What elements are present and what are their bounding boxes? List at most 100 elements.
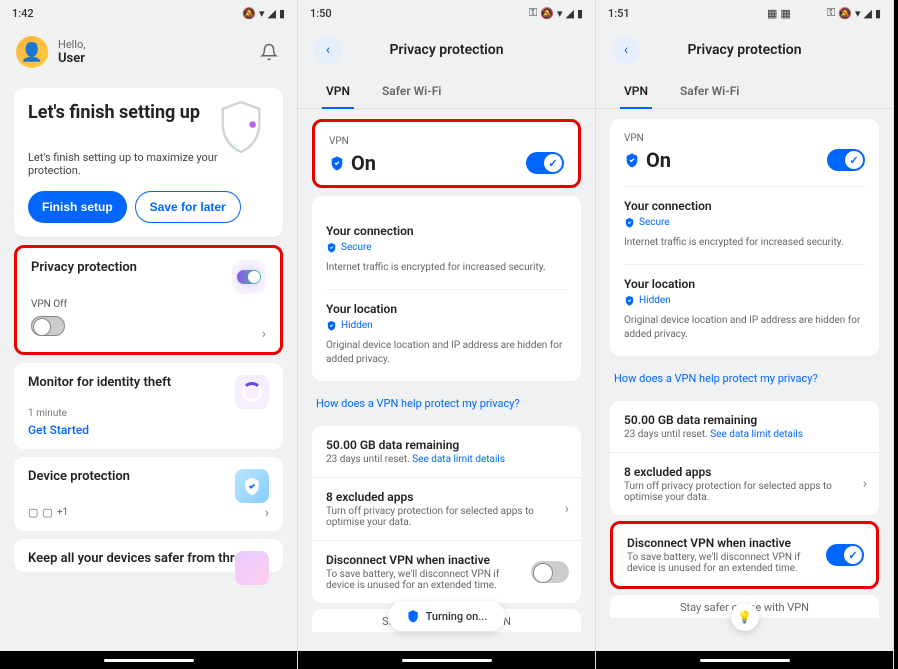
hello-text: Hello, [58,38,85,51]
shield-check-icon [624,295,635,306]
page-header: ‹ Privacy protection [298,24,595,76]
tab-vpn[interactable]: VPN [620,76,652,108]
bell-icon[interactable] [257,40,281,64]
location-desc: Original device location and IP address … [624,314,865,342]
wifi-icon: ▾ [259,7,265,20]
data-remaining-row[interactable]: 50.00 GB data remaining 23 days until re… [610,401,879,452]
chevron-right-icon: › [265,505,269,521]
device-icon [235,469,269,503]
lightbulb-icon[interactable]: 💡 [731,603,759,631]
status-bar: 1:51 ▦ ▦ ⚿ 🔕 ▾ ◢ ▮ [596,0,893,24]
home-header: 👤 Hello, User [0,24,297,80]
apps-sub: Turn off privacy protection for selected… [326,506,567,528]
vpn-key-icon: ⚿ [529,6,537,20]
status-time: 1:42 [12,7,34,20]
back-button[interactable]: ‹ [612,36,640,64]
location-title: Your location [326,302,567,316]
device-protection-card[interactable]: Device protection ▢ ▢ +1 › [14,457,283,531]
keep-safe-card[interactable]: Keep all your devices safer from threat [14,539,283,572]
get-started-link[interactable]: Get Started [28,423,269,437]
vpn-label: VPN [624,133,865,144]
tab-wifi[interactable]: Safer Wi-Fi [378,76,445,108]
save-later-button[interactable]: Save for later [135,191,241,223]
data-link[interactable]: See data limit details [412,454,505,465]
vpn-status: On [329,151,376,175]
mute-icon: 🔕 [242,7,256,20]
status-icons: ⚿ 🔕 ▾ ◢ ▮ [529,6,583,20]
chevron-right-icon: › [863,476,867,492]
vpn-status-card: VPN On Your connection Secure Internet t… [610,119,879,356]
tab-wifi[interactable]: Safer Wi-Fi [676,76,743,108]
signal-icon: ◢ [267,7,275,20]
excluded-apps-row[interactable]: 8 excluded apps Turn off privacy protect… [312,477,581,540]
location-title: Your location [624,277,865,291]
disconnect-toggle[interactable] [531,561,569,583]
vpn-key-icon: ⚿ [827,6,835,20]
privacy-protection-card[interactable]: Privacy protection VPN Off › [14,245,283,355]
vpn-status: On [624,148,671,172]
data-link[interactable]: See data limit details [710,429,803,440]
help-link[interactable]: How does a VPN help protect my privacy? [596,362,893,395]
greeting: Hello, User [58,38,85,66]
chevron-right-icon: › [565,501,569,517]
secure-badge: Secure [326,242,372,253]
signal-icon: ◢ [565,7,573,20]
data-remaining-row[interactable]: 50.00 GB data remaining 23 days until re… [312,426,581,477]
shield-check-icon [326,242,337,253]
status-icons: ▦ ▦ ⚿ 🔕 ▾ ◢ ▮ [767,6,881,20]
page-title: Privacy protection [298,42,595,58]
shield-check-icon [329,155,345,171]
status-time: 1:50 [310,7,332,20]
excluded-apps-row[interactable]: 8 excluded apps Turn off privacy protect… [610,452,879,515]
tab-vpn[interactable]: VPN [322,76,354,108]
chevron-right-icon: › [262,326,266,342]
plus-count: +1 [57,507,68,518]
device-icons: ▢ ▢ +1 [28,506,269,519]
disconnect-toggle[interactable] [826,544,864,566]
identity-title: Monitor for identity theft [28,375,269,390]
location-desc: Original device location and IP address … [326,339,567,367]
shield-icon [406,609,420,623]
connection-desc: Internet traffic is encrypted for increa… [624,236,865,250]
identity-icon [235,375,269,409]
disconnect-row: Disconnect VPN when inactive To save bat… [312,540,581,603]
vpn-toggle[interactable] [827,149,865,171]
hidden-badge: Hidden [624,295,671,306]
settings-card: 50.00 GB data remaining 23 days until re… [610,401,879,515]
help-link[interactable]: How does a VPN help protect my privacy? [298,387,595,420]
shield-check-icon [624,152,640,168]
data-sub: 23 days until reset. See data limit deta… [624,429,865,440]
privacy-title: Privacy protection [31,260,266,275]
back-button[interactable]: ‹ [314,36,342,64]
apps-title: 8 excluded apps [326,490,567,504]
nav-bar [596,651,893,669]
secure-badge: Secure [624,217,670,228]
connection-title: Your connection [326,224,567,238]
app-icon-2: ▦ [780,7,790,20]
signal-icon: ◢ [863,7,871,20]
tabs: VPN Safer Wi-Fi [596,76,893,109]
user-name: User [58,51,85,66]
data-sub: 23 days until reset. See data limit deta… [326,454,567,465]
identity-card[interactable]: Monitor for identity theft 1 minute Get … [14,363,283,449]
mute-icon: 🔕 [838,7,852,20]
connection-title: Your connection [624,199,865,213]
apps-sub: Turn off privacy protection for selected… [624,481,865,503]
finish-setup-button[interactable]: Finish setup [28,191,127,223]
vpn-toggle[interactable] [526,152,564,174]
status-time: 1:51 [608,7,630,20]
phone-1: 1:42 🔕 ▾ ◢ ▮ 👤 Hello, User Let's finish … [0,0,298,669]
disconnect-row: Disconnect VPN when inactive To save bat… [613,524,876,586]
mute-icon: 🔕 [540,7,554,20]
shield-check-icon [326,320,337,331]
nav-bar [298,651,595,669]
shield-check-icon [624,217,635,228]
data-title: 50.00 GB data remaining [326,438,567,452]
status-icons: 🔕 ▾ ◢ ▮ [242,7,285,20]
vpn-label: VPN [329,136,564,147]
disconnect-card: Disconnect VPN when inactive To save bat… [610,521,879,589]
device-title: Device protection [28,469,269,484]
avatar[interactable]: 👤 [16,36,48,68]
vpn-toggle[interactable] [31,316,65,336]
battery-icon: ▮ [279,7,285,20]
